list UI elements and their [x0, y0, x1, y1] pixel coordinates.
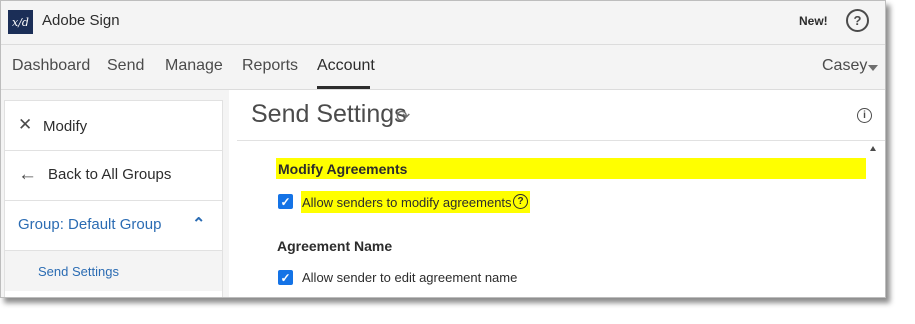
- scroll-up-icon[interactable]: [870, 146, 876, 151]
- main-content: Send Settings ⟳ i Modify Agreements ✓ Al…: [237, 90, 885, 297]
- sidebar-item-send-settings[interactable]: Send Settings: [5, 251, 222, 291]
- sidebar-item-label: Send Settings: [38, 264, 119, 279]
- top-bar: x/d Adobe Sign New! ?: [1, 1, 885, 45]
- close-icon[interactable]: ✕: [18, 115, 32, 135]
- info-icon[interactable]: i: [857, 108, 872, 123]
- sidebar: ✕ Modify ← Back to All Groups Group: Def…: [1, 90, 229, 297]
- sidebar-modify-label: Modify: [43, 118, 88, 135]
- adobe-sign-logo[interactable]: x/d: [8, 10, 33, 34]
- nav-dashboard[interactable]: Dashboard: [12, 57, 90, 75]
- nav-manage[interactable]: Manage: [165, 57, 223, 75]
- modify-agreements-checkbox[interactable]: ✓: [278, 194, 293, 209]
- arrow-left-icon: ←: [18, 164, 37, 185]
- sidebar-back-row[interactable]: ← Back to All Groups: [5, 151, 222, 201]
- nav-account[interactable]: Account: [317, 57, 375, 75]
- chevron-down-icon[interactable]: [868, 65, 878, 71]
- nav-reports[interactable]: Reports: [242, 57, 298, 75]
- edit-agreement-name-checkbox[interactable]: ✓: [278, 270, 293, 285]
- sidebar-group-label[interactable]: Group: Default Group: [18, 216, 161, 233]
- sidebar-group-row[interactable]: Group: Default Group ⌃: [5, 201, 222, 251]
- new-link[interactable]: New!: [799, 14, 828, 28]
- help-icon[interactable]: ?: [846, 9, 869, 32]
- page-title: Send Settings: [251, 100, 407, 128]
- user-menu[interactable]: Casey: [822, 57, 867, 75]
- sidebar-back-label[interactable]: Back to All Groups: [48, 166, 171, 183]
- active-tab-indicator: [317, 86, 370, 89]
- question-icon[interactable]: ?: [513, 194, 528, 209]
- app-window: x/d Adobe Sign New! ? Dashboard Send Man…: [0, 0, 886, 298]
- main-nav: Dashboard Send Manage Reports Account Ca…: [1, 45, 885, 90]
- app-title: Adobe Sign: [42, 12, 120, 29]
- sidebar-modify-row[interactable]: ✕ Modify: [5, 101, 222, 151]
- section-title-agreement-name: Agreement Name: [277, 238, 393, 254]
- section-title-modify-agreements: Modify Agreements: [278, 161, 408, 177]
- edit-agreement-name-label[interactable]: Allow sender to edit agreement name: [302, 270, 517, 285]
- refresh-icon[interactable]: ⟳: [396, 107, 410, 127]
- chevron-up-icon[interactable]: ⌃: [192, 214, 205, 234]
- scrollbar[interactable]: [869, 141, 879, 297]
- divider: [237, 140, 885, 141]
- sidebar-panel: ✕ Modify ← Back to All Groups Group: Def…: [4, 100, 223, 297]
- nav-send[interactable]: Send: [107, 57, 144, 75]
- modify-agreements-label[interactable]: Allow senders to modify agreements: [302, 195, 512, 210]
